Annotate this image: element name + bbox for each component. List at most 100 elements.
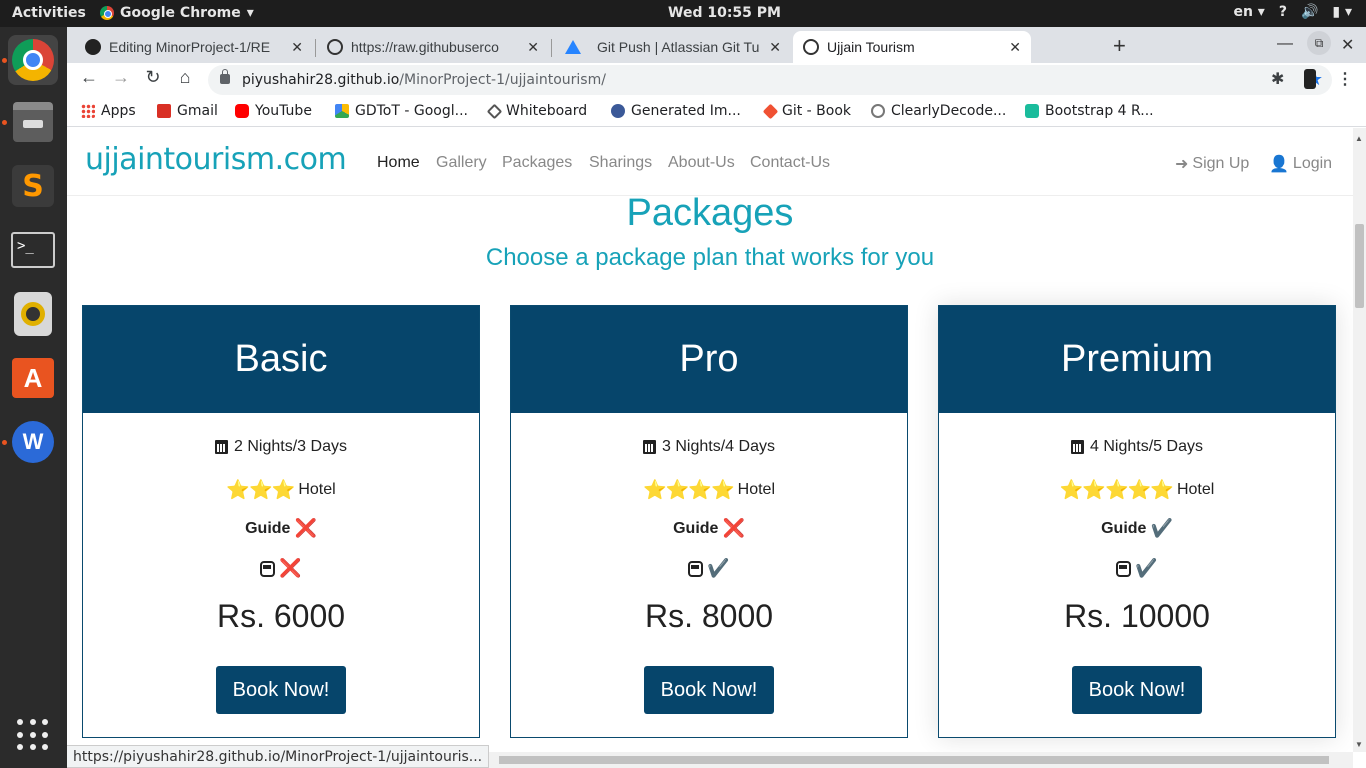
reload-button[interactable]: ↻ [140, 67, 166, 88]
nav-about-us[interactable]: About-Us [668, 154, 735, 172]
extensions-icon[interactable]: ✱ [1271, 69, 1284, 89]
duration-row: 4 Nights/5 Days [939, 438, 1335, 456]
bookmark-gmail[interactable]: Gmail [157, 103, 218, 119]
address-url[interactable]: piyushahir28.github.io/MinorProject-1/uj… [242, 72, 606, 88]
new-tab-button[interactable]: + [1113, 33, 1126, 59]
bookmark-label: Git - Book [782, 103, 852, 119]
close-icon[interactable]: ✕ [1009, 39, 1021, 56]
tab-title: https://raw.githubuserco [351, 39, 499, 55]
sign-in-icon: ➜ [1175, 156, 1189, 173]
bootstrap-icon [1025, 104, 1039, 118]
bookmark-apps[interactable]: Apps [81, 103, 136, 119]
star-rating-icon: ⭐⭐⭐⭐⭐ [1059, 480, 1174, 501]
bookmark-generated-images[interactable]: Generated Im... [611, 103, 741, 119]
site-navbar: ujjaintourism.com Home Gallery Packages … [67, 128, 1353, 196]
close-icon[interactable]: ✕ [291, 39, 303, 56]
guide-row: Guide ✔️ [939, 518, 1335, 539]
terminal-icon: >_ [11, 232, 55, 268]
bookmark-label: Whiteboard [506, 103, 588, 119]
bookmark-gdtot[interactable]: GDToT - Googl... [335, 103, 468, 119]
dock-software[interactable]: A [8, 353, 58, 403]
app-menu-label: Google Chrome [120, 5, 241, 21]
chrome-icon [12, 39, 54, 81]
forward-button[interactable]: → [108, 67, 134, 88]
rhythmbox-icon [14, 292, 52, 336]
nav-gallery[interactable]: Gallery [436, 154, 487, 172]
nav-packages[interactable]: Packages [502, 154, 572, 172]
google-drive-icon [335, 104, 349, 118]
battery-icon[interactable]: ▮ ▾ [1332, 4, 1352, 20]
minimize-button[interactable]: — [1277, 35, 1293, 53]
scroll-down-arrow[interactable]: ▼ [1355, 740, 1363, 749]
scrollbar-thumb[interactable] [499, 756, 1329, 764]
language-indicator[interactable]: en ▾ [1233, 4, 1264, 20]
login-link[interactable]: 👤 Login [1269, 154, 1332, 174]
help-icon[interactable]: ? [1279, 4, 1287, 20]
lock-icon[interactable] [220, 69, 230, 84]
bookmark-label: GDToT - Googl... [355, 103, 468, 119]
restore-button[interactable]: ⧉ [1307, 31, 1331, 55]
signup-link[interactable]: ➜ Sign Up [1175, 154, 1249, 174]
dock-terminal[interactable]: >_ [8, 225, 58, 275]
nav-contact-us[interactable]: Contact-Us [750, 154, 830, 172]
vertical-scrollbar[interactable]: ▲ ▼ [1353, 128, 1366, 752]
tab-ujjain-tourism[interactable]: Ujjain Tourism ✕ [793, 31, 1031, 63]
dock-wps[interactable]: W [8, 417, 58, 467]
running-indicator [2, 440, 7, 445]
menu-icon[interactable]: ⋮ [1337, 69, 1353, 89]
files-icon [13, 102, 53, 142]
site-brand[interactable]: ujjaintourism.com [85, 142, 347, 177]
clock[interactable]: Wed 10:55 PM [668, 5, 781, 21]
scroll-up-arrow[interactable]: ▲ [1355, 134, 1363, 143]
calendar-icon [643, 440, 657, 454]
whiteboard-icon [486, 103, 503, 119]
dock-chrome[interactable] [8, 35, 58, 85]
book-now-button[interactable]: Book Now! [1072, 666, 1202, 714]
dock-sublime[interactable]: S [8, 161, 58, 211]
nav-sharings[interactable]: Sharings [589, 154, 652, 172]
guide-label: Guide [673, 519, 719, 537]
apps-grid-icon [81, 104, 95, 118]
url-path: /MinorProject-1/ujjaintourism/ [399, 72, 606, 88]
close-icon[interactable]: ✕ [769, 39, 781, 56]
bookmark-bootstrap[interactable]: Bootstrap 4 R... [1025, 103, 1154, 119]
tab-github[interactable]: Editing MinorProject-1/RE ✕ [75, 31, 313, 63]
tab-title: Editing MinorProject-1/RE [109, 39, 271, 55]
show-applications-button[interactable] [8, 710, 58, 760]
package-name: Basic [83, 306, 479, 413]
close-icon[interactable]: ✕ [527, 39, 539, 56]
bookmark-youtube[interactable]: YouTube [235, 103, 312, 119]
dock-files[interactable] [8, 97, 58, 147]
home-button[interactable]: ⌂ [172, 67, 198, 88]
clearlydecoded-icon [871, 104, 885, 118]
book-now-button[interactable]: Book Now! [644, 666, 774, 714]
bookmark-git-book[interactable]: Git - Book [762, 103, 852, 119]
scrollbar-thumb[interactable] [1355, 224, 1364, 308]
package-price: Rs. 10000 [1064, 598, 1210, 634]
language-label: en [1233, 4, 1253, 20]
dock: S >_ A W [0, 27, 67, 768]
bookmark-whiteboard[interactable]: Whiteboard [486, 103, 588, 119]
section-title: Packages [626, 192, 794, 234]
profile-icon[interactable] [1304, 69, 1316, 89]
app-menu[interactable]: Google Chrome ▾ [100, 5, 254, 21]
book-now-button[interactable]: Book Now! [216, 666, 346, 714]
window-close-button[interactable]: ✕ [1341, 35, 1354, 55]
tab-atlassian[interactable]: Git Push | Atlassian Git Tu ✕ [555, 31, 791, 63]
bookmark-clearlydecoded[interactable]: ClearlyDecode... [871, 103, 1006, 119]
git-icon [762, 103, 779, 119]
guide-row: Guide ❌ [83, 518, 479, 539]
activities-button[interactable]: Activities [12, 5, 86, 21]
dock-rhythmbox[interactable] [8, 289, 58, 339]
package-card-premium: Premium 4 Nights/5 Days ⭐⭐⭐⭐⭐ Hotel Guide… [938, 305, 1336, 738]
system-tray[interactable]: en ▾ ? 🔊 ▮ ▾ [1233, 4, 1352, 20]
guide-row: Guide ❌ [511, 518, 907, 539]
running-indicator [2, 58, 7, 63]
address-bar[interactable]: piyushahir28.github.io/MinorProject-1/uj… [208, 65, 1332, 95]
bookmark-label: Gmail [177, 103, 218, 119]
tab-raw-github[interactable]: https://raw.githubuserco ✕ [317, 31, 549, 63]
back-button[interactable]: ← [76, 67, 102, 88]
volume-icon[interactable]: 🔊 [1301, 4, 1318, 20]
nav-home[interactable]: Home [377, 154, 420, 172]
generated-images-icon [611, 104, 625, 118]
